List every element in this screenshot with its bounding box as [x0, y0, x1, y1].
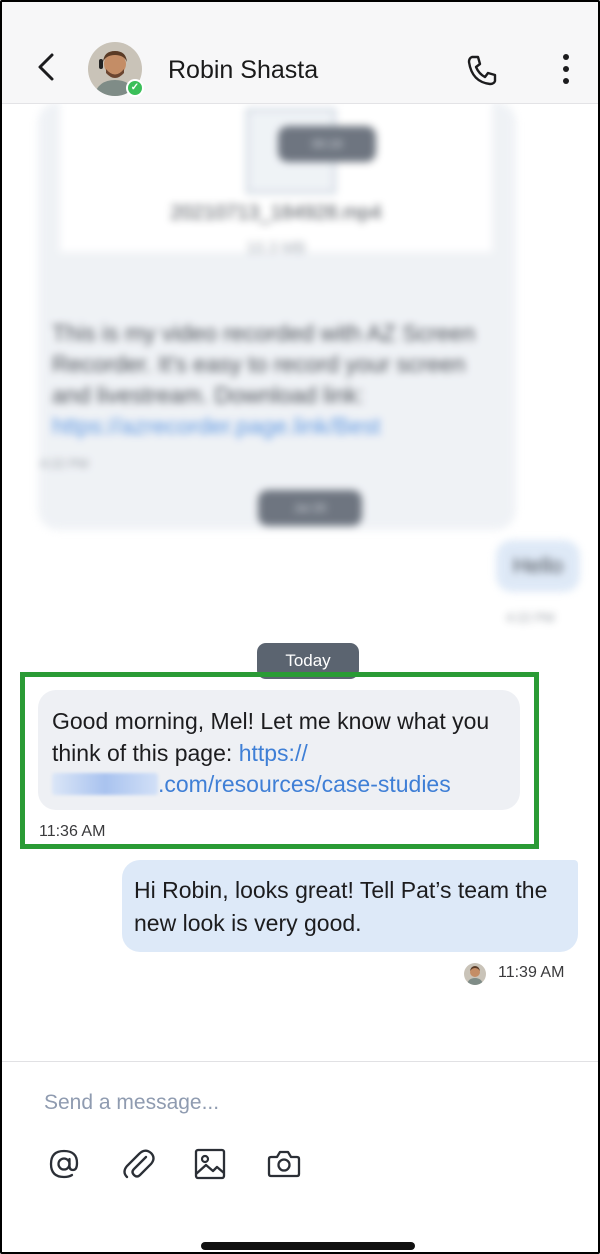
- earlier-messages: 00:19 20210713_184928.mp4 10.3 MB This i…: [2, 92, 598, 642]
- chevron-left-icon: [38, 53, 54, 81]
- outgoing-message-text: Hi Robin, looks great! Tell Pat’s team t…: [134, 877, 548, 936]
- home-indicator[interactable]: [201, 1242, 415, 1250]
- camera-button[interactable]: [266, 1146, 302, 1182]
- message-time: 4:22 PM: [40, 456, 89, 471]
- camera-icon: [267, 1150, 301, 1178]
- chat-header: ✓ Robin Shasta: [2, 2, 598, 104]
- outgoing-message-bubble[interactable]: Hi Robin, looks great! Tell Pat’s team t…: [122, 860, 578, 952]
- more-vertical-icon: [563, 54, 569, 84]
- attach-file-button[interactable]: [120, 1146, 156, 1182]
- message-link[interactable]: https://azrecorder.page.link/Best: [52, 413, 381, 439]
- attachment-filename: 20210713_184928.mp4: [170, 202, 382, 224]
- at-icon: [49, 1149, 79, 1179]
- chat-screen: ✓ Robin Shasta 00:19 20210713_184928.mp4…: [0, 0, 600, 1254]
- online-status-badge: ✓: [126, 79, 144, 97]
- attach-image-button[interactable]: [192, 1146, 228, 1182]
- avatar[interactable]: ✓: [88, 42, 144, 97]
- date-divider: Jul 20: [258, 490, 362, 526]
- highlight-box: [20, 672, 539, 849]
- sent-message-bubble[interactable]: Hello: [496, 540, 580, 592]
- phone-icon: [467, 55, 497, 86]
- message-input[interactable]: [44, 1086, 564, 1120]
- paperclip-icon: [123, 1149, 155, 1179]
- contact-name[interactable]: Robin Shasta: [168, 56, 318, 85]
- message-text: This is my video recorded with AZ Screen…: [52, 320, 476, 439]
- image-icon: [194, 1148, 226, 1180]
- mention-button[interactable]: [46, 1146, 82, 1182]
- call-button[interactable]: [464, 52, 500, 88]
- attachment-size: 10.3 MB: [246, 240, 306, 257]
- message-composer: [2, 1061, 598, 1252]
- read-receipt-avatar: [464, 963, 486, 985]
- outgoing-message-time: 11:39 AM: [498, 964, 565, 981]
- video-message-bubble[interactable]: 00:19 20210713_184928.mp4 10.3 MB This i…: [38, 102, 516, 530]
- video-attachment[interactable]: 00:19 20210713_184928.mp4 10.3 MB: [60, 102, 492, 257]
- back-button[interactable]: [30, 50, 64, 84]
- more-options-button[interactable]: [554, 50, 578, 88]
- sent-message-time: 4:22 PM: [506, 610, 555, 625]
- video-duration: 00:19: [278, 126, 376, 162]
